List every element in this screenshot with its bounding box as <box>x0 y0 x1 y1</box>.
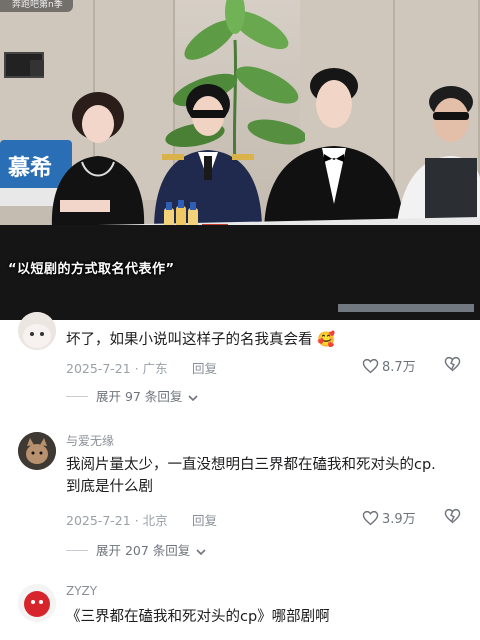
person-3 <box>264 68 404 234</box>
avatar-image <box>18 584 56 622</box>
avatar[interactable] <box>18 584 56 622</box>
expand-line <box>66 550 88 551</box>
comment-text: 我阅片量太少，一直没想明白三界都在磕我和死对头的cp.到底是什么剧 <box>66 457 436 495</box>
comment-text-body: 坏了，如果小说叫这样子的名我真会看 <box>66 332 313 348</box>
expand-replies-label: 展开 97 条回复 <box>96 389 183 404</box>
emoji-icon: 🥰 <box>317 332 336 348</box>
dislike-icon <box>444 356 461 372</box>
chevron-down-icon <box>196 549 206 556</box>
expand-replies-label: 展开 207 条回复 <box>96 543 191 558</box>
avatar[interactable] <box>18 312 56 350</box>
like-button[interactable]: 8.7万 <box>362 356 416 375</box>
dislike-button[interactable] <box>444 356 461 376</box>
chevron-down-icon <box>188 395 198 402</box>
comment-text: 《三界都在磕我和死对头的cp》哪部剧啊 <box>66 609 330 625</box>
meta-separator: · <box>134 513 139 528</box>
comment-username[interactable]: 与爱无缘 <box>66 432 114 449</box>
person-1 <box>51 92 145 228</box>
reply-button[interactable]: 回复 <box>192 510 217 529</box>
heart-icon <box>362 510 379 526</box>
expand-replies-button[interactable]: 展开 97 条回复 <box>66 386 198 405</box>
like-count: 3.9万 <box>382 512 416 527</box>
reply-button[interactable]: 回复 <box>192 358 217 377</box>
dislike-button[interactable] <box>444 508 461 528</box>
video-progress-bar[interactable] <box>338 304 474 312</box>
video-subtitle: “以短剧的方式取名代表作” <box>8 262 175 277</box>
comment-text: 坏了，如果小说叫这样子的名我真会看 🥰 <box>66 329 446 351</box>
avatar-image <box>18 432 56 470</box>
avatar[interactable] <box>18 432 56 470</box>
comment-location: 北京 <box>142 513 168 528</box>
meta-separator: · <box>134 361 139 376</box>
comment-date: 2025-7-21 <box>66 361 131 376</box>
wall-device <box>30 60 44 76</box>
comment-location: 广东 <box>142 361 168 376</box>
video-player[interactable]: 奔跑吧第n季 慕希 “以短剧的方式取名代表作” <box>0 0 480 320</box>
like-count: 8.7万 <box>382 360 416 375</box>
heart-icon <box>362 358 379 374</box>
comment-username[interactable]: ZYZY <box>66 584 97 598</box>
comment-section: 坏了，如果小说叫这样子的名我真会看 🥰 2025-7-21 · 广东 回复 8.… <box>0 312 480 640</box>
expand-line <box>66 396 88 397</box>
comment-meta: 2025-7-21 · 广东 <box>66 358 168 377</box>
avatar-image <box>18 312 56 350</box>
comment-date: 2025-7-21 <box>66 513 131 528</box>
dislike-icon <box>444 508 461 524</box>
expand-replies-button[interactable]: 展开 207 条回复 <box>66 540 206 559</box>
video-top-tag: 奔跑吧第n季 <box>0 0 73 12</box>
like-button[interactable]: 3.9万 <box>362 508 416 527</box>
comment-meta: 2025-7-21 · 北京 <box>66 510 168 529</box>
